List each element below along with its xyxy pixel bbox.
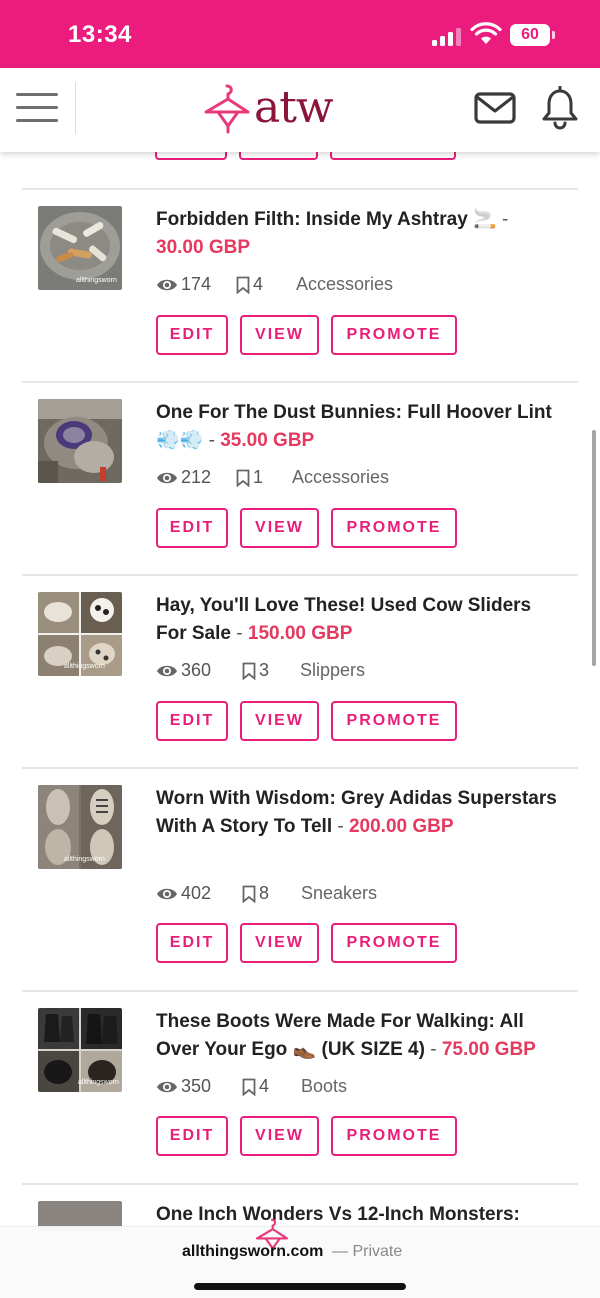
listing-title[interactable]: Worn With Wisdom: Grey Adidas Superstars… xyxy=(156,785,566,841)
battery-nub xyxy=(552,31,555,39)
saves-stat: 1 xyxy=(236,467,263,488)
status-time: 13:34 xyxy=(68,21,132,48)
private-label: — Private xyxy=(332,1243,403,1260)
divider xyxy=(22,188,578,190)
listing-thumbnail[interactable]: allthingsworn xyxy=(38,1008,122,1092)
app-screen: allthingsworn Forbidden Filth: Inside My… xyxy=(0,0,600,1298)
view-button[interactable]: VIEW xyxy=(240,1116,319,1156)
saves-stat: 8 xyxy=(242,883,269,904)
views-stat: 350 xyxy=(156,1076,211,1097)
watermark-text: allthingsworn xyxy=(64,663,105,670)
bookmark-icon xyxy=(242,1078,256,1096)
watermark-text: allthingsworn xyxy=(76,277,117,284)
divider xyxy=(22,990,578,992)
listing-title[interactable]: One For The Dust Bunnies: Full Hoover Li… xyxy=(156,399,566,455)
edit-button[interactable]: EDIT xyxy=(156,701,228,741)
eye-icon xyxy=(157,472,177,483)
status-bar: 13:34 60 xyxy=(0,0,600,68)
divider xyxy=(22,381,578,383)
listing-thumbnail[interactable] xyxy=(38,399,122,483)
edit-button[interactable]: EDIT xyxy=(156,923,228,963)
eye-icon xyxy=(157,665,177,676)
saves-stat: 3 xyxy=(242,660,269,681)
bookmark-icon xyxy=(236,469,250,487)
listing-thumbnail[interactable]: allthingsworn xyxy=(38,206,122,290)
hamburger-menu-icon[interactable] xyxy=(14,90,60,126)
eye-icon xyxy=(157,888,177,899)
listing-price: 150.00 GBP xyxy=(247,623,353,644)
bookmark-icon xyxy=(242,885,256,903)
category-label: Sneakers xyxy=(301,883,378,903)
browser-bar: allthingsworn.com — Private xyxy=(0,1218,600,1298)
bookmark-icon xyxy=(236,276,250,294)
saves-stat: 4 xyxy=(236,274,263,295)
promote-button[interactable]: PROMOTE xyxy=(331,1116,457,1156)
view-button[interactable]: VIEW xyxy=(240,315,319,355)
views-stat: 360 xyxy=(156,660,211,681)
listing-title[interactable]: One Inch Wonders Vs 12-Inch Monsters: xyxy=(156,1201,566,1229)
category-label: Slippers xyxy=(300,660,366,680)
home-indicator[interactable] xyxy=(194,1283,406,1290)
saves-stat: 4 xyxy=(242,1076,269,1097)
view-button[interactable]: VIEW xyxy=(240,508,319,548)
url-text[interactable]: allthingsworn.com xyxy=(182,1243,323,1261)
listing-thumbnail[interactable]: allthingsworn xyxy=(38,785,122,869)
listing-title[interactable]: Forbidden Filth: Inside My Ashtray 🚬 - 3… xyxy=(156,206,566,262)
watermark-text: allthingsworn xyxy=(64,856,105,863)
mail-icon[interactable] xyxy=(474,90,516,126)
watermark-text: allthingsworn xyxy=(78,1079,119,1086)
divider xyxy=(22,767,578,769)
app-header: atw xyxy=(0,68,600,152)
bell-icon[interactable] xyxy=(540,86,580,130)
divider xyxy=(22,1183,578,1185)
edit-button[interactable]: EDIT xyxy=(156,508,228,548)
listing-title[interactable]: These Boots Were Made For Walking: All O… xyxy=(156,1008,566,1064)
eye-icon xyxy=(157,1081,177,1092)
bookmark-icon xyxy=(242,662,256,680)
view-button[interactable]: VIEW xyxy=(240,923,319,963)
listing-thumbnail[interactable]: allthingsworn xyxy=(38,592,122,676)
category-label: Boots xyxy=(301,1076,348,1096)
header-divider xyxy=(75,82,76,134)
edit-button[interactable]: EDIT xyxy=(156,315,228,355)
signal-icon xyxy=(432,26,462,46)
category-label: Accessories xyxy=(292,467,390,487)
listing-title[interactable]: Hay, You'll Love These! Used Cow Sliders… xyxy=(156,592,566,648)
divider xyxy=(22,574,578,576)
wifi-icon xyxy=(470,22,502,44)
hanger-logo-icon xyxy=(204,84,250,134)
site-logo[interactable]: atw xyxy=(202,82,352,138)
promote-button[interactable]: PROMOTE xyxy=(331,701,457,741)
views-stat: 212 xyxy=(156,467,211,488)
category-label: Accessories xyxy=(296,274,394,294)
scrollbar[interactable] xyxy=(592,430,596,666)
listing-price: 30.00 GBP xyxy=(156,237,250,258)
eye-icon xyxy=(157,279,177,290)
logo-text: atw xyxy=(254,82,334,133)
listing-price: 200.00 GBP xyxy=(348,816,454,837)
listing-price: 75.00 GBP xyxy=(441,1039,536,1060)
view-button[interactable]: VIEW xyxy=(240,701,319,741)
battery-icon: 60 xyxy=(510,24,550,46)
edit-button[interactable]: EDIT xyxy=(156,1116,228,1156)
views-stat: 174 xyxy=(156,274,211,295)
views-stat: 402 xyxy=(156,883,211,904)
promote-button[interactable]: PROMOTE xyxy=(331,508,457,548)
promote-button[interactable]: PROMOTE xyxy=(331,923,457,963)
listing-price: 35.00 GBP xyxy=(220,430,315,451)
promote-button[interactable]: PROMOTE xyxy=(331,315,457,355)
